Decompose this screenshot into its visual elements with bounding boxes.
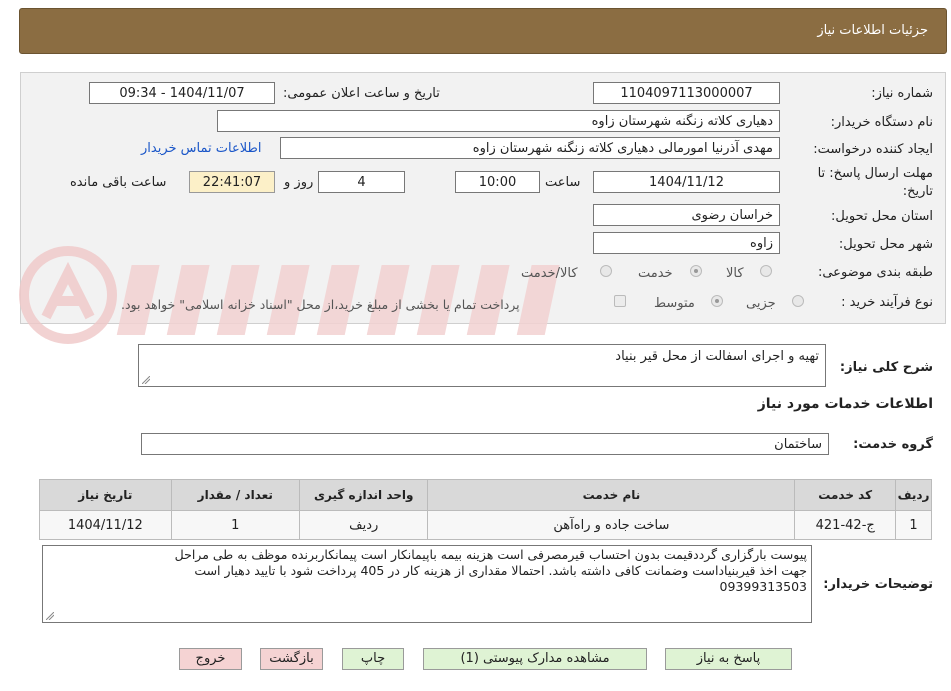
category-label: طبقه بندی موضوعی: xyxy=(817,265,933,280)
col-header-service-name: نام خدمت xyxy=(427,479,796,511)
cell-service-name: ساخت جاده و راه‌آهن xyxy=(427,510,796,540)
buyer-notes-line-1: پیوست بارگزاری گرددقیمت بدون احتساب قیرم… xyxy=(174,547,807,562)
city-field[interactable]: زاوه xyxy=(593,232,780,254)
deadline-date-field[interactable]: 1404/11/12 xyxy=(593,171,780,193)
buyer-notes-label: توضیحات خریدار: xyxy=(823,577,933,592)
category-radio-goods[interactable] xyxy=(760,265,772,277)
province-field[interactable]: خراسان رضوی xyxy=(593,204,780,226)
description-textarea[interactable]: تهیه و اجرای اسفالت از محل قیر بنیاد xyxy=(138,344,826,387)
category-radio-service[interactable] xyxy=(690,265,702,277)
remaining-time-field: 22:41:07 xyxy=(189,171,275,193)
creator-field[interactable]: مهدی آذرنیا امورمالی دهیاری کلاته زنگنه … xyxy=(280,137,780,159)
deadline-label-line2: تاریخ: xyxy=(902,184,933,199)
creator-label: ایجاد کننده درخواست: xyxy=(813,142,933,157)
respond-button[interactable]: پاسخ به نیاز xyxy=(665,648,792,670)
resize-grip-icon[interactable] xyxy=(46,612,54,620)
process-option-minor: جزیی xyxy=(746,296,776,311)
buyer-org-label: نام دستگاه خریدار: xyxy=(830,115,933,130)
announce-field[interactable]: 1404/11/07 - 09:34 xyxy=(89,82,275,104)
exit-button[interactable]: خروج xyxy=(179,648,242,670)
deadline-time-label: ساعت xyxy=(545,175,581,190)
col-header-unit: واحد اندازه گیری xyxy=(299,479,429,511)
col-header-need-date: تاریخ نیاز xyxy=(39,479,172,511)
announce-label: تاریخ و ساعت اعلان عمومی: xyxy=(283,86,440,101)
category-option-goods: کالا xyxy=(726,266,744,281)
buyer-org-field[interactable]: دهیاری کلاته زنگنه شهرستان زاوه xyxy=(217,110,780,132)
resize-grip-icon[interactable] xyxy=(142,376,150,384)
services-section-title: اطلاعات خدمات مورد نیاز xyxy=(757,396,933,412)
deadline-time-field[interactable]: 10:00 xyxy=(455,171,540,193)
description-text: تهیه و اجرای اسفالت از محل قیر بنیاد xyxy=(615,349,819,364)
remaining-label: ساعت باقی مانده xyxy=(70,175,167,190)
category-option-goods-service: کالا/خدمت xyxy=(521,266,578,281)
cell-service-code: ج-42-421 xyxy=(794,510,897,540)
province-label: استان محل تحویل: xyxy=(831,209,933,224)
buyer-notes-line-3: 09399313503 xyxy=(719,579,807,594)
process-radio-minor[interactable] xyxy=(792,295,804,307)
process-label: نوع فرآیند خرید : xyxy=(841,295,933,310)
page-header: جزئیات اطلاعات نیاز xyxy=(19,8,947,54)
deadline-label-line1: مهلت ارسال پاسخ: تا xyxy=(817,166,933,181)
treasury-note: پرداخت تمام یا بخشی از مبلغ خرید،از محل … xyxy=(121,297,520,312)
cell-need-date: 1404/11/12 xyxy=(39,510,172,540)
treasury-checkbox[interactable] xyxy=(614,295,626,307)
page-title: جزئیات اطلاعات نیاز xyxy=(817,23,928,38)
category-radio-goods-service[interactable] xyxy=(600,265,612,277)
col-header-quantity: تعداد / مقدار xyxy=(170,479,301,511)
col-header-service-code: کد خدمت xyxy=(794,479,897,511)
need-number-field[interactable]: 1104097113000007 xyxy=(593,82,780,104)
description-label: شرح کلی نیاز: xyxy=(839,360,933,375)
days-label: روز و xyxy=(284,175,314,190)
city-label: شهر محل تحویل: xyxy=(838,237,933,252)
category-option-service: خدمت xyxy=(638,266,673,281)
process-option-medium: متوسط xyxy=(654,296,695,311)
service-group-label: گروه خدمت: xyxy=(853,437,933,452)
buyer-contact-link[interactable]: اطلاعات تماس خریدار xyxy=(141,141,261,156)
days-remaining-field[interactable]: 4 xyxy=(318,171,405,193)
watermark-logo xyxy=(19,246,560,344)
back-button[interactable]: بازگشت xyxy=(260,648,323,670)
cell-unit: ردیف xyxy=(299,510,429,540)
table-row: 1 ج-42-421 ساخت جاده و راه‌آهن ردیف 1 14… xyxy=(39,510,932,540)
col-header-row-number: ردیف xyxy=(895,479,932,511)
need-number-label: شماره نیاز: xyxy=(871,86,933,101)
service-group-field[interactable]: ساختمان xyxy=(141,433,829,455)
buyer-notes-line-2: جهت اخذ قیربنیاداست وضمانت کافی داشته با… xyxy=(194,563,807,578)
print-button[interactable]: چاپ xyxy=(342,648,404,670)
buyer-notes-textarea[interactable]: پیوست بارگزاری گرددقیمت بدون احتساب قیرم… xyxy=(42,545,812,623)
process-radio-medium[interactable] xyxy=(711,295,723,307)
cell-quantity: 1 xyxy=(170,510,301,540)
services-table: ردیف کد خدمت نام خدمت واحد اندازه گیری ت… xyxy=(39,479,932,540)
cell-row-number: 1 xyxy=(895,510,932,540)
table-header-row: ردیف کد خدمت نام خدمت واحد اندازه گیری ت… xyxy=(39,479,932,511)
view-attachments-button[interactable]: مشاهده مدارک پیوستی (1) xyxy=(423,648,647,670)
